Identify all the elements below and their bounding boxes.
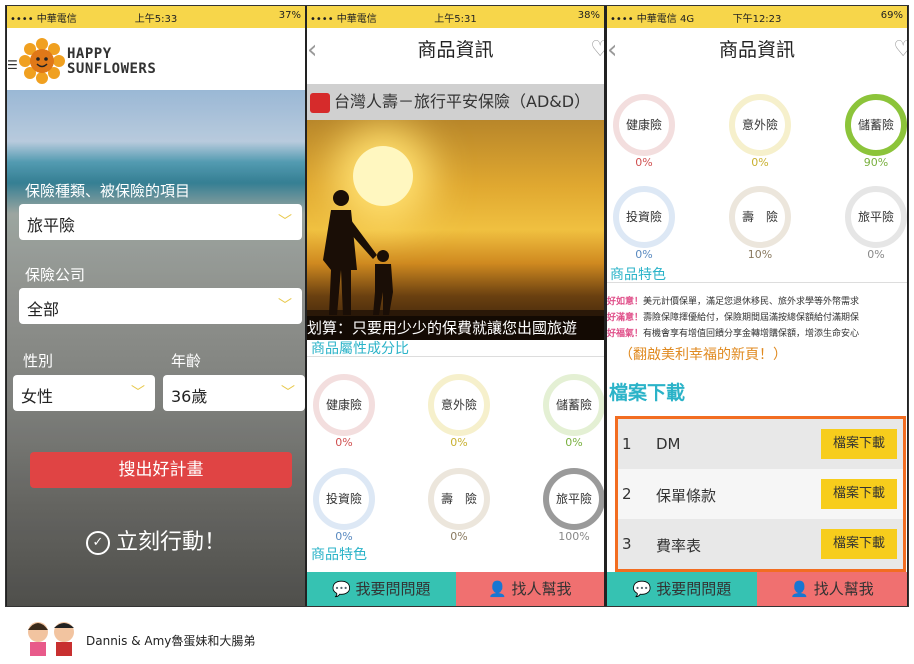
clock: 下午12:23 [732, 14, 782, 25]
download-row: 2 保單條款 檔案下載 [618, 469, 903, 519]
heart-icon[interactable]: ♡ [893, 28, 907, 72]
bottom-action-bar: 💬 我要問問題 👤 找人幫我 [607, 572, 907, 606]
download-section-title: 檔案下載 [609, 382, 686, 404]
age-label: 年齡 [171, 352, 202, 370]
attribute-ring: 意外險 0% [424, 374, 494, 449]
ask-question-button[interactable]: 💬 我要問問題 [607, 572, 757, 606]
blogger-avatar-logo [28, 622, 74, 656]
find-help-button[interactable]: 👤 找人幫我 [455, 572, 604, 606]
age-select[interactable]: 36歲 ﹀ [163, 375, 305, 411]
chevron-down-icon: ﹀ [278, 298, 292, 314]
status-bar: •••• 中華電信 4G 下午12:23 69% [607, 6, 907, 28]
check-circle-icon: ✓ [85, 531, 110, 555]
insurance-type-label: 保險種類、被保險的項目 [25, 182, 191, 200]
download-row: 3 費率表 檔案下載 [618, 519, 903, 569]
divider [607, 282, 907, 283]
download-button[interactable]: 檔案下載 [821, 429, 897, 459]
attribute-ring: 投資險 0% [309, 468, 379, 543]
back-chevron-icon[interactable]: ‹ [307, 28, 317, 72]
menu-icon[interactable]: ☰ [7, 58, 18, 72]
attribute-ring: 儲蓄險 90% [841, 94, 907, 169]
blog-signature: Dannis & Amy魯蛋妹和大腸弟 [86, 634, 256, 648]
status-bar: •••• 中華電信 上午5:31 38% [307, 6, 604, 28]
section-features: 商品特色 [311, 547, 367, 563]
battery: 69% [880, 10, 903, 21]
gender-select[interactable]: 女性 ﹀ [13, 375, 155, 411]
attribute-ring: 健康險 0% [609, 94, 679, 169]
attribute-ring: 壽 險 10% [725, 186, 795, 261]
company-select[interactable]: 全部 ﹀ [19, 288, 302, 324]
attribute-ring: 投資險 0% [609, 186, 679, 261]
search-plan-button[interactable]: 搜出好計畫 [30, 452, 292, 488]
attribute-ring: 健康險 0% [309, 374, 379, 449]
page-title: 商品資訊 [417, 39, 494, 61]
bottom-action-bar: 💬 我要問問題 👤 找人幫我 [307, 572, 604, 606]
gender-label: 性別 [23, 352, 54, 370]
section-features: 商品特色 [610, 267, 666, 283]
speech-bubble-icon: 💬 [632, 580, 652, 598]
page-title: 商品資訊 [718, 39, 795, 61]
feature-line: 好滿意！壽險保障擇優給付，保險期間屆滿按總保額給付滿期保 [607, 313, 860, 323]
ask-question-button[interactable]: 💬 我要問問題 [307, 572, 456, 606]
feature-line: 好福氣！有機會享有增值回饋分享金轉增購保額，增添生命安心 [607, 329, 860, 339]
promo-slogan: （翻啟美利幸福的新頁！） [619, 347, 787, 363]
download-button[interactable]: 檔案下載 [821, 529, 897, 559]
action-now-button[interactable]: ✓ 立刻行動！ [7, 524, 305, 556]
speech-bubble-icon: 💬 [332, 580, 351, 598]
back-chevron-icon[interactable]: ‹ [607, 28, 617, 72]
silhouette [307, 190, 604, 340]
chevron-down-icon: ﹀ [131, 385, 145, 401]
phone-search-screen: •••• 中華電信 上午5:33 37% ☰ HAPPY SUNFLOWERS … [7, 6, 305, 606]
heart-icon[interactable]: ♡ [590, 28, 604, 72]
sunset-photo: 划算：只要用少少的保費就讓您出國旅遊 [307, 120, 604, 340]
company-label: 保險公司 [25, 266, 86, 284]
insurer-logo-icon [310, 92, 330, 113]
divider [307, 356, 604, 357]
phone-product-info-screen: •••• 中華電信 上午5:31 38% ‹ 商品資訊 ♡ 台灣人壽－旅行平安保… [307, 6, 604, 606]
app-header: ☰ HAPPY SUNFLOWERS [7, 28, 305, 90]
sunflower-logo-icon [19, 38, 65, 84]
attribute-ring: 意外險 0% [725, 94, 795, 169]
chevron-down-icon: ﹀ [278, 214, 292, 230]
brand-name: HAPPY SUNFLOWERS [67, 46, 157, 77]
chevron-down-icon: ﹀ [281, 385, 295, 401]
promo-caption: 划算：只要用少少的保費就讓您出國旅遊 [307, 316, 604, 340]
attribute-ring: 壽 險 0% [424, 468, 494, 543]
nav-bar: ‹ 商品資訊 ♡ [307, 28, 604, 72]
insurance-type-select[interactable]: 旅平險 ﹀ [19, 204, 302, 240]
person-icon: 👤 [488, 580, 507, 598]
battery: 38% [577, 10, 600, 21]
product-title-bar: 台灣人壽－旅行平安保險（AD&D） [307, 84, 604, 120]
section-attribute-ratio: 商品屬性成分比 [311, 341, 409, 357]
status-bar: •••• 中華電信 上午5:33 37% [7, 6, 305, 28]
attribute-ring: 儲蓄險 0% [539, 374, 604, 449]
download-list: 1 DM 檔案下載 2 保單條款 檔案下載 3 費率表 檔案下載 [615, 416, 906, 572]
download-button[interactable]: 檔案下載 [821, 479, 897, 509]
download-row: 1 DM 檔案下載 [618, 419, 903, 469]
feature-line: 好如意！美元計價保單，滿足您退休移民、旅外求學等外幣需求 [607, 297, 860, 307]
clock: 上午5:33 [134, 14, 178, 25]
person-icon: 👤 [790, 580, 809, 598]
find-help-button[interactable]: 👤 找人幫我 [757, 572, 907, 606]
phone-product-detail-screen: •••• 中華電信 4G 下午12:23 69% ‹ 商品資訊 ♡ 健康險 0% 意… [607, 6, 907, 606]
nav-bar: ‹ 商品資訊 ♡ [607, 28, 907, 72]
clock: 上午5:31 [434, 14, 477, 25]
attribute-ring: 旅平險 100% [539, 468, 604, 543]
battery: 37% [278, 10, 301, 21]
attribute-ring: 旅平險 0% [841, 186, 907, 261]
